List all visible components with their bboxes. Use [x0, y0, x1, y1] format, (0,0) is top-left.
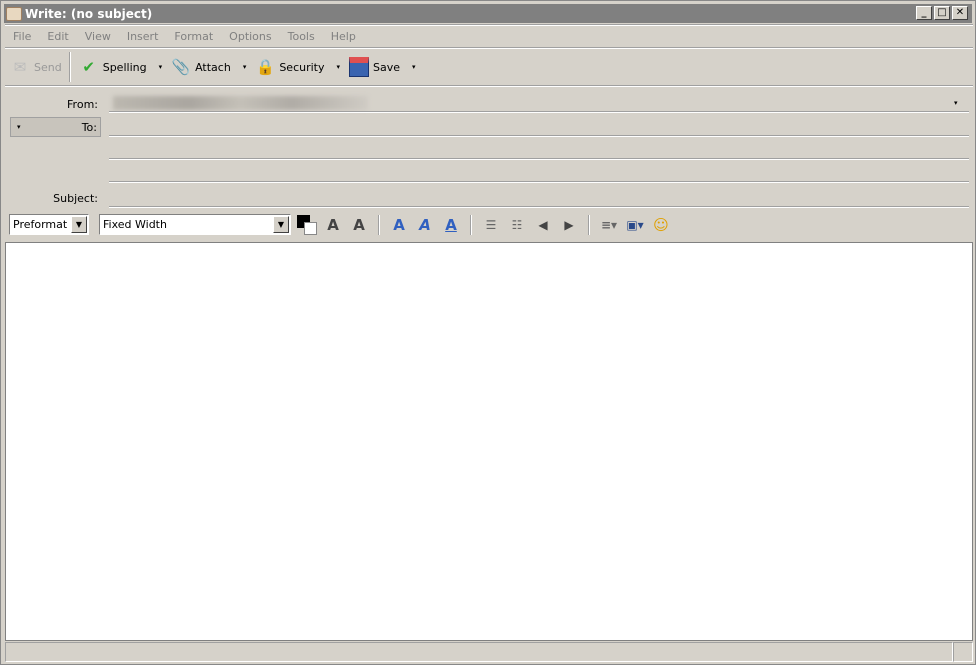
- recipient-field-3[interactable]: [109, 181, 969, 183]
- title-bar: Write: (no subject) _ □ ✕: [4, 4, 972, 23]
- italic-icon[interactable]: A: [415, 215, 435, 235]
- chevron-down-icon: ▼: [71, 216, 87, 233]
- send-label: Send: [34, 60, 62, 74]
- paperclip-icon: 📎: [171, 58, 191, 76]
- floppy-disk-icon: [348, 56, 370, 78]
- attach-button[interactable]: 📎 Attach ▾: [166, 52, 250, 82]
- menu-options[interactable]: Options: [229, 30, 271, 43]
- security-button[interactable]: 🔒 Security ▾: [250, 52, 344, 82]
- insert-image-icon[interactable]: ▣▾: [625, 215, 645, 235]
- menu-file[interactable]: File: [13, 30, 31, 43]
- indent-icon[interactable]: ▶: [559, 215, 579, 235]
- format-toolbar: A A A A A ☰ ☷ ◀ ▶ ≡▾ ▣▾ ☺: [297, 213, 671, 237]
- spellcheck-icon: ✔: [82, 58, 95, 76]
- bold-icon[interactable]: A: [389, 215, 409, 235]
- menu-help[interactable]: Help: [331, 30, 356, 43]
- divider: [5, 47, 973, 49]
- menu-tools[interactable]: Tools: [288, 30, 315, 43]
- spelling-label: Spelling: [102, 60, 147, 74]
- spelling-button[interactable]: ✔ Spelling ▾: [74, 52, 166, 82]
- maximize-button[interactable]: □: [934, 6, 950, 20]
- recipient-type-selector[interactable]: ▾ To:: [10, 117, 101, 137]
- font-select[interactable]: Fixed Width ▼: [99, 214, 291, 235]
- from-label: From:: [67, 98, 98, 111]
- paragraph-style-value: Preformat: [13, 218, 68, 231]
- toolbar-separator: [470, 215, 472, 235]
- security-label: Security: [279, 60, 325, 74]
- minimize-button[interactable]: _: [916, 6, 932, 20]
- recipient-field-2[interactable]: [109, 158, 969, 160]
- close-button[interactable]: ✕: [952, 6, 968, 20]
- menu-view[interactable]: View: [85, 30, 111, 43]
- numbered-list-icon[interactable]: ☷: [507, 215, 527, 235]
- resize-grip-icon[interactable]: [953, 642, 973, 662]
- menu-bar: File Edit View Insert Format Options Too…: [5, 26, 364, 46]
- smiley-icon[interactable]: ☺: [651, 215, 671, 235]
- from-account-redacted[interactable]: [113, 96, 368, 110]
- menu-insert[interactable]: Insert: [127, 30, 159, 43]
- underline-icon[interactable]: A: [441, 215, 461, 235]
- outdent-icon[interactable]: ◀: [533, 215, 553, 235]
- toolbar-separator: [588, 215, 590, 235]
- larger-font-icon[interactable]: A: [349, 215, 369, 235]
- font-value: Fixed Width: [103, 218, 167, 231]
- send-icon: ✉: [13, 58, 27, 76]
- main-toolbar: ✉ Send ✔ Spelling ▾ 📎 Attach ▾ 🔒 Securit…: [5, 50, 420, 84]
- paragraph-style-select[interactable]: Preformat ▼: [9, 214, 89, 235]
- attach-label: Attach: [195, 60, 231, 74]
- menu-edit[interactable]: Edit: [47, 30, 68, 43]
- message-body-editor[interactable]: [5, 242, 973, 641]
- toolbar-separator: [68, 52, 71, 82]
- attach-dropdown[interactable]: ▾: [243, 63, 247, 71]
- send-button[interactable]: ✉ Send: [5, 52, 66, 82]
- menu-format[interactable]: Format: [174, 30, 213, 43]
- status-bar: [5, 642, 973, 662]
- window-title: Write: (no subject): [25, 6, 153, 21]
- to-label: To:: [81, 120, 97, 134]
- security-dropdown[interactable]: ▾: [337, 63, 341, 71]
- bullet-list-icon[interactable]: ☰: [481, 215, 501, 235]
- compose-window: Write: (no subject) _ □ ✕ File Edit View…: [0, 0, 976, 665]
- smaller-font-icon[interactable]: A: [323, 215, 343, 235]
- save-label: Save: [373, 60, 401, 74]
- spelling-dropdown[interactable]: ▾: [159, 63, 163, 71]
- divider: [5, 85, 973, 87]
- subject-label: Subject:: [53, 192, 98, 205]
- from-field[interactable]: [109, 111, 969, 113]
- lock-icon: 🔒: [255, 58, 275, 76]
- toolbar-separator: [378, 215, 380, 235]
- chevron-down-icon: ▼: [273, 216, 289, 233]
- subject-field[interactable]: [109, 206, 969, 208]
- save-dropdown[interactable]: ▾: [412, 63, 416, 71]
- save-button[interactable]: Save ▾: [344, 52, 420, 82]
- recipient-type-arrow: ▾: [17, 123, 21, 131]
- compose-app-icon: [6, 6, 22, 21]
- from-dropdown-arrow[interactable]: ▾: [954, 99, 958, 107]
- align-icon[interactable]: ≡▾: [599, 215, 619, 235]
- to-field[interactable]: [109, 135, 969, 137]
- text-color-icon[interactable]: [297, 215, 317, 235]
- status-panel: [5, 642, 953, 662]
